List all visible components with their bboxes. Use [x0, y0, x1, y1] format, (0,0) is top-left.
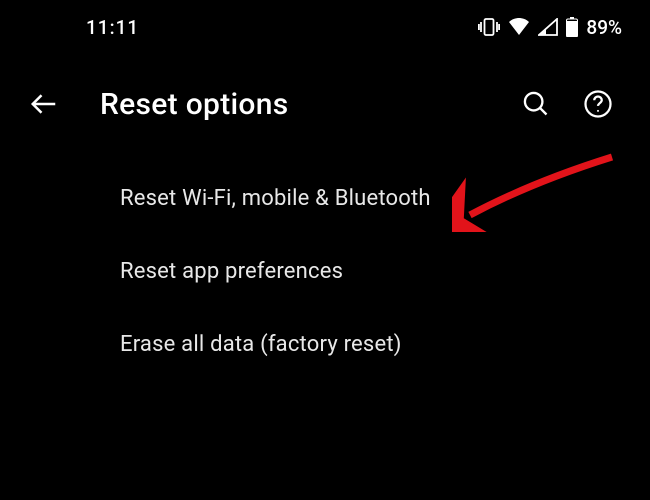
search-button[interactable]	[516, 84, 556, 124]
status-bar: 11:11	[0, 0, 650, 50]
app-bar: Reset options	[0, 50, 650, 148]
help-button[interactable]	[578, 84, 618, 124]
option-label: Erase all data (factory reset)	[120, 332, 402, 357]
page-title: Reset options	[88, 87, 496, 122]
status-right: 89%	[478, 16, 622, 39]
wifi-icon	[508, 18, 530, 36]
option-label: Reset Wi-Fi, mobile & Bluetooth	[120, 186, 431, 211]
vibrate-icon	[478, 18, 500, 36]
signal-icon	[538, 18, 558, 36]
option-reset-app-preferences[interactable]: Reset app preferences	[0, 235, 650, 308]
option-label: Reset app preferences	[120, 259, 343, 284]
battery-icon	[566, 17, 578, 37]
status-time: 11:11	[28, 16, 139, 39]
option-erase-all-data[interactable]: Erase all data (factory reset)	[0, 308, 650, 381]
option-reset-wifi-mobile-bluetooth[interactable]: Reset Wi-Fi, mobile & Bluetooth	[0, 162, 650, 235]
app-bar-actions	[516, 84, 630, 124]
battery-percent: 89%	[586, 16, 622, 39]
options-list: Reset Wi-Fi, mobile & Bluetooth Reset ap…	[0, 148, 650, 381]
back-button[interactable]	[20, 80, 68, 128]
